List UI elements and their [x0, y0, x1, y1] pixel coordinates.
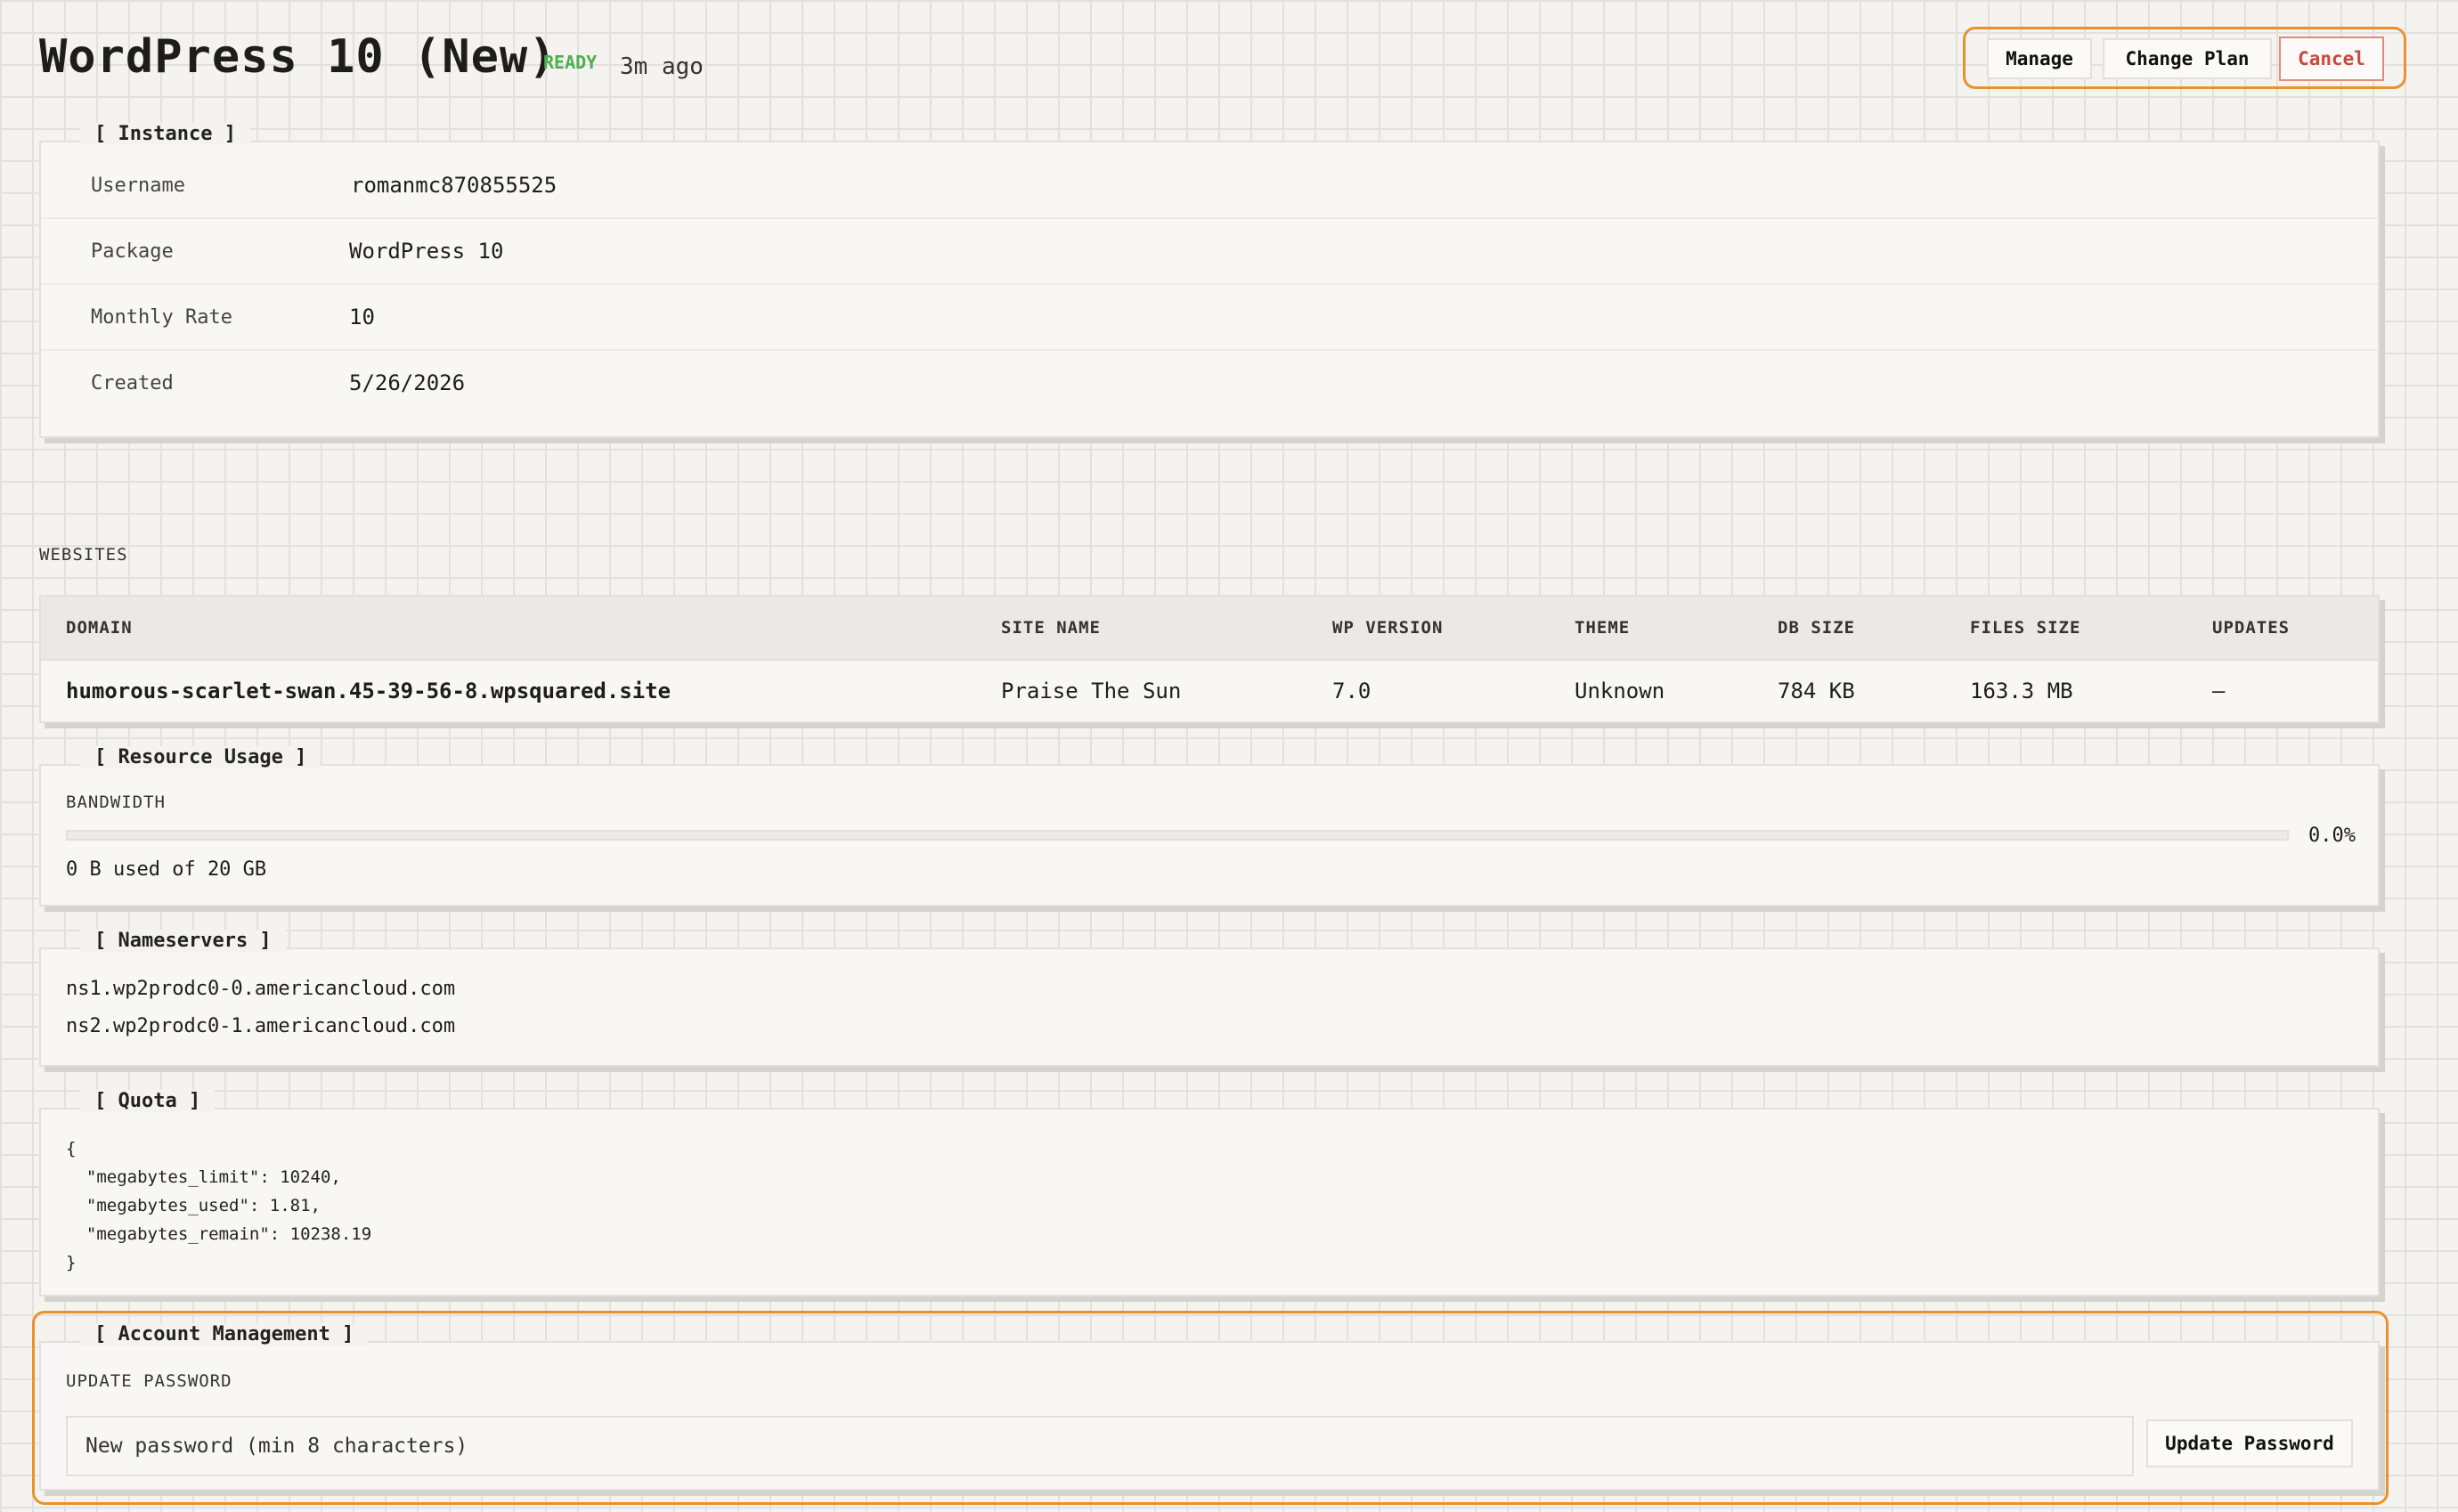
- monthly-rate-value: 10: [349, 305, 375, 329]
- quota-json: { "megabytes_limit": 10240, "megabytes_u…: [66, 1139, 372, 1272]
- new-password-input[interactable]: [66, 1416, 2134, 1476]
- bandwidth-progress-bar: [66, 830, 2289, 841]
- theme-cell: Unknown: [1575, 679, 1665, 703]
- col-theme: THEME: [1575, 618, 1631, 638]
- quota-legend: [ Quota ]: [80, 1090, 216, 1112]
- col-wp-version: WP VERSION: [1332, 618, 1444, 638]
- col-domain: DOMAIN: [66, 618, 133, 638]
- page-title: WordPress 10 (New): [39, 30, 558, 84]
- col-files-size: FILES SIZE: [1970, 618, 2081, 638]
- kv-label: Monthly Rate: [91, 306, 232, 329]
- domain-link[interactable]: humorous-scarlet-swan.45-39-56-8.wpsquar…: [66, 679, 671, 703]
- websites-heading: WEBSITES: [39, 545, 128, 565]
- bandwidth-percent: 0.0%: [2308, 825, 2356, 847]
- manage-button[interactable]: Manage: [1987, 38, 2092, 79]
- wp-version-cell: 7.0: [1332, 679, 1371, 703]
- col-updates: UPDATES: [2212, 618, 2291, 638]
- site-name-cell: Praise The Sun: [1001, 679, 1182, 703]
- kv-label: Username: [91, 175, 185, 197]
- col-db-size: DB SIZE: [1778, 618, 1856, 638]
- update-password-label: UPDATE PASSWORD: [66, 1371, 232, 1391]
- created-age: 3m ago: [620, 53, 704, 80]
- nameservers-panel: [ Nameservers ] ns1.wp2prodc0-0.american…: [39, 930, 2380, 1067]
- account-management-panel: [ Account Management ] UPDATE PASSWORD U…: [39, 1323, 2380, 1491]
- status-badge: READY: [543, 52, 598, 73]
- header-actions: Manage Change Plan Cancel: [1963, 27, 2406, 89]
- nameserver-item: ns1.wp2prodc0-0.americancloud.com: [66, 978, 456, 1000]
- kv-label: Created: [91, 372, 174, 394]
- instance-row-username: Username romanmc870855525: [41, 151, 2378, 219]
- db-size-cell: 784 KB: [1778, 679, 1855, 703]
- update-password-button[interactable]: Update Password: [2146, 1419, 2353, 1467]
- resource-usage-panel: [ Resource Usage ] BANDWIDTH 0.0% 0 B us…: [39, 746, 2380, 906]
- col-site-name: SITE NAME: [1001, 618, 1101, 638]
- package-value: WordPress 10: [349, 239, 504, 264]
- instance-row-created: Created 5/26/2026: [41, 349, 2378, 415]
- username-value: romanmc870855525: [351, 173, 558, 198]
- table-header: DOMAIN SITE NAME WP VERSION THEME DB SIZ…: [41, 597, 2378, 661]
- instance-row-monthly-rate: Monthly Rate 10: [41, 283, 2378, 351]
- nameserver-item: ns2.wp2prodc0-1.americancloud.com: [66, 1015, 456, 1037]
- websites-table: DOMAIN SITE NAME WP VERSION THEME DB SIZ…: [39, 595, 2380, 723]
- quota-panel: [ Quota ] { "megabytes_limit": 10240, "m…: [39, 1090, 2380, 1297]
- files-size-cell: 163.3 MB: [1970, 679, 2073, 703]
- resource-usage-legend: [ Resource Usage ]: [80, 746, 321, 768]
- account-management-legend: [ Account Management ]: [80, 1323, 369, 1345]
- kv-label: Package: [91, 240, 174, 263]
- instance-row-package: Package WordPress 10: [41, 217, 2378, 285]
- updates-cell: —: [2212, 679, 2226, 703]
- instance-panel: [ Instance ] Username romanmc870855525 P…: [39, 123, 2380, 438]
- instance-legend: [ Instance ]: [80, 123, 250, 145]
- nameservers-legend: [ Nameservers ]: [80, 930, 286, 952]
- bandwidth-used-text: 0 B used of 20 GB: [66, 858, 267, 881]
- cancel-button[interactable]: Cancel: [2279, 37, 2384, 81]
- change-plan-button[interactable]: Change Plan: [2103, 38, 2272, 79]
- created-value: 5/26/2026: [349, 370, 466, 395]
- bandwidth-label: BANDWIDTH: [66, 793, 166, 812]
